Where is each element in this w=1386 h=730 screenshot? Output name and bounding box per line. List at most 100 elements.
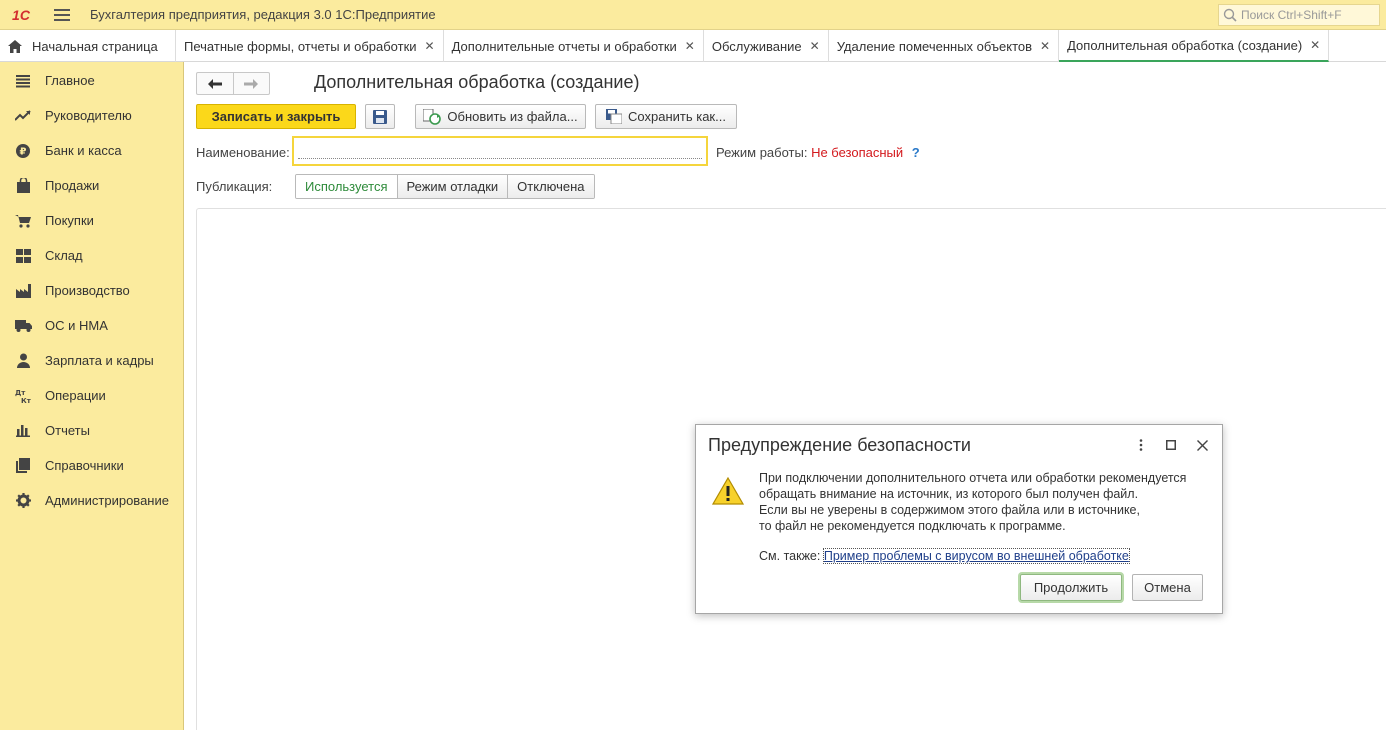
sidebar-item-main[interactable]: Главное	[0, 63, 183, 98]
tab-additional-reports[interactable]: Дополнительные отчеты и обработки ✕	[444, 30, 704, 62]
name-field[interactable]	[292, 136, 708, 166]
publication-option-disabled[interactable]: Отключена	[508, 175, 594, 198]
update-from-file-button[interactable]: Обновить из файла...	[415, 104, 586, 129]
sidebar-item-label: Справочники	[45, 458, 124, 473]
tab-home[interactable]: Начальная страница	[0, 30, 176, 62]
sidebar-item-reports[interactable]: Отчеты	[0, 413, 183, 448]
sidebar-item-label: Покупки	[45, 213, 94, 228]
sidebar-item-administration[interactable]: Администрирование	[0, 483, 183, 518]
sidebar-item-label: Продажи	[45, 178, 100, 193]
truck-icon	[14, 317, 32, 335]
more-actions-icon[interactable]	[1133, 437, 1149, 453]
list-icon	[14, 72, 32, 90]
security-warning-dialog: Предупреждение безопасности При подключе…	[695, 424, 1223, 614]
sidebar-item-label: Администрирование	[45, 493, 169, 508]
publication-label: Публикация:	[196, 179, 273, 194]
ruble-icon: ₽	[14, 142, 32, 160]
update-from-file-label: Обновить из файла...	[447, 109, 578, 124]
save-button[interactable]	[365, 104, 395, 129]
tab-delete-marked[interactable]: Удаление помеченных объектов ✕	[829, 30, 1060, 62]
navigation-buttons	[196, 72, 270, 95]
title-bar: 1С Бухгалтерия предприятия, редакция 3.0…	[0, 0, 1386, 30]
message-line: то файл не рекомендуется подключать к пр…	[759, 519, 1066, 533]
main-menu-icon[interactable]	[50, 0, 74, 30]
save-as-icon	[606, 109, 623, 124]
message-line: Если вы не уверены в содержимом этого фа…	[759, 503, 1140, 517]
mode-label: Режим работы:	[716, 145, 808, 160]
sidebar-item-references[interactable]: Справочники	[0, 448, 183, 483]
mode-value: Не безопасный	[811, 145, 904, 160]
warehouse-icon	[14, 247, 32, 265]
bar-chart-icon	[14, 422, 32, 440]
trend-icon	[14, 107, 32, 125]
forward-button[interactable]	[234, 73, 270, 94]
app-title: Бухгалтерия предприятия, редакция 3.0 1С…	[90, 7, 436, 22]
sidebar-item-label: Производство	[45, 283, 130, 298]
message-line: При подключении дополнительного отчета и…	[759, 471, 1187, 485]
sidebar-item-production[interactable]: Производство	[0, 273, 183, 308]
sidebar-item-manager[interactable]: Руководителю	[0, 98, 183, 133]
name-value	[298, 158, 702, 159]
sidebar-item-warehouse[interactable]: Склад	[0, 238, 183, 273]
see-also: См. также: Пример проблемы с вирусом во …	[759, 548, 1130, 564]
publication-switch: Используется Режим отладки Отключена	[295, 174, 595, 199]
close-icon[interactable]: ✕	[1310, 38, 1320, 52]
publication-option-debug[interactable]: Режим отладки	[397, 175, 509, 198]
tab-label: Начальная страница	[32, 38, 158, 54]
close-icon[interactable]: ✕	[425, 39, 435, 53]
floppy-disk-icon	[373, 109, 387, 124]
sidebar-item-label: ОС и НМА	[45, 318, 108, 333]
maximize-icon[interactable]	[1163, 437, 1179, 453]
sidebar-item-label: Банк и касса	[45, 143, 122, 158]
sidebar-item-label: Главное	[45, 73, 95, 88]
publication-option-used[interactable]: Используется	[296, 175, 398, 198]
save-as-button[interactable]: Сохранить как...	[595, 104, 737, 129]
close-icon[interactable]	[1194, 437, 1210, 453]
name-label: Наименование:	[196, 145, 290, 160]
person-icon	[14, 352, 32, 370]
message-line: обращать внимание на источник, из которо…	[759, 487, 1139, 501]
search-placeholder: Поиск Ctrl+Shift+F	[1241, 8, 1342, 22]
work-mode: Режим работы: Не безопасный ?	[716, 145, 920, 160]
close-icon[interactable]: ✕	[810, 39, 820, 53]
sidebar-item-label: Склад	[45, 248, 83, 263]
dt-kt-icon: Дт Кт	[14, 387, 32, 405]
arrow-right-icon	[244, 78, 259, 89]
tab-label: Удаление помеченных объектов	[836, 38, 1033, 54]
virus-example-link[interactable]: Пример проблемы с вирусом во внешней обр…	[822, 548, 1130, 564]
update-file-icon	[423, 108, 442, 125]
tab-label: Дополнительные отчеты и обработки	[451, 38, 677, 54]
sidebar-item-sales[interactable]: Продажи	[0, 168, 183, 203]
sidebar-item-label: Руководителю	[45, 108, 132, 123]
home-icon	[8, 39, 22, 53]
help-icon[interactable]: ?	[912, 145, 920, 160]
gear-icon	[14, 492, 32, 510]
tab-label: Печатные формы, отчеты и обработки	[184, 38, 417, 54]
cancel-button[interactable]: Отмена	[1132, 574, 1203, 601]
sidebar-item-salary[interactable]: Зарплата и кадры	[0, 343, 183, 378]
save-and-close-button[interactable]: Записать и закрыть	[196, 104, 356, 129]
search-input[interactable]: Поиск Ctrl+Shift+F	[1218, 4, 1380, 26]
sidebar-item-assets[interactable]: ОС и НМА	[0, 308, 183, 343]
sidebar-item-purchases[interactable]: Покупки	[0, 203, 183, 238]
tab-label: Дополнительная обработка (создание)	[1067, 37, 1303, 53]
svg-text:₽: ₽	[20, 146, 27, 157]
sections-sidebar: Главное Руководителю ₽ Банк и касса Прод…	[0, 62, 184, 730]
sidebar-item-label: Операции	[45, 388, 106, 403]
continue-button[interactable]: Продолжить	[1020, 574, 1122, 601]
back-button[interactable]	[197, 73, 234, 94]
cart-icon	[14, 212, 32, 230]
bag-icon	[14, 177, 32, 195]
close-icon[interactable]: ✕	[685, 39, 695, 53]
dialog-message: При подключении дополнительного отчета и…	[759, 470, 1186, 534]
books-icon	[14, 457, 32, 475]
factory-icon	[14, 282, 32, 300]
sidebar-item-operations[interactable]: Дт Кт Операции	[0, 378, 183, 413]
tab-maintenance[interactable]: Обслуживание ✕	[704, 30, 829, 62]
arrow-left-icon	[207, 78, 222, 89]
close-icon[interactable]: ✕	[1040, 39, 1050, 53]
tab-label: Обслуживание	[711, 38, 802, 54]
tab-additional-processing[interactable]: Дополнительная обработка (создание) ✕	[1059, 30, 1330, 62]
tab-print-forms[interactable]: Печатные формы, отчеты и обработки ✕	[176, 30, 444, 62]
sidebar-item-bank[interactable]: ₽ Банк и касса	[0, 133, 183, 168]
